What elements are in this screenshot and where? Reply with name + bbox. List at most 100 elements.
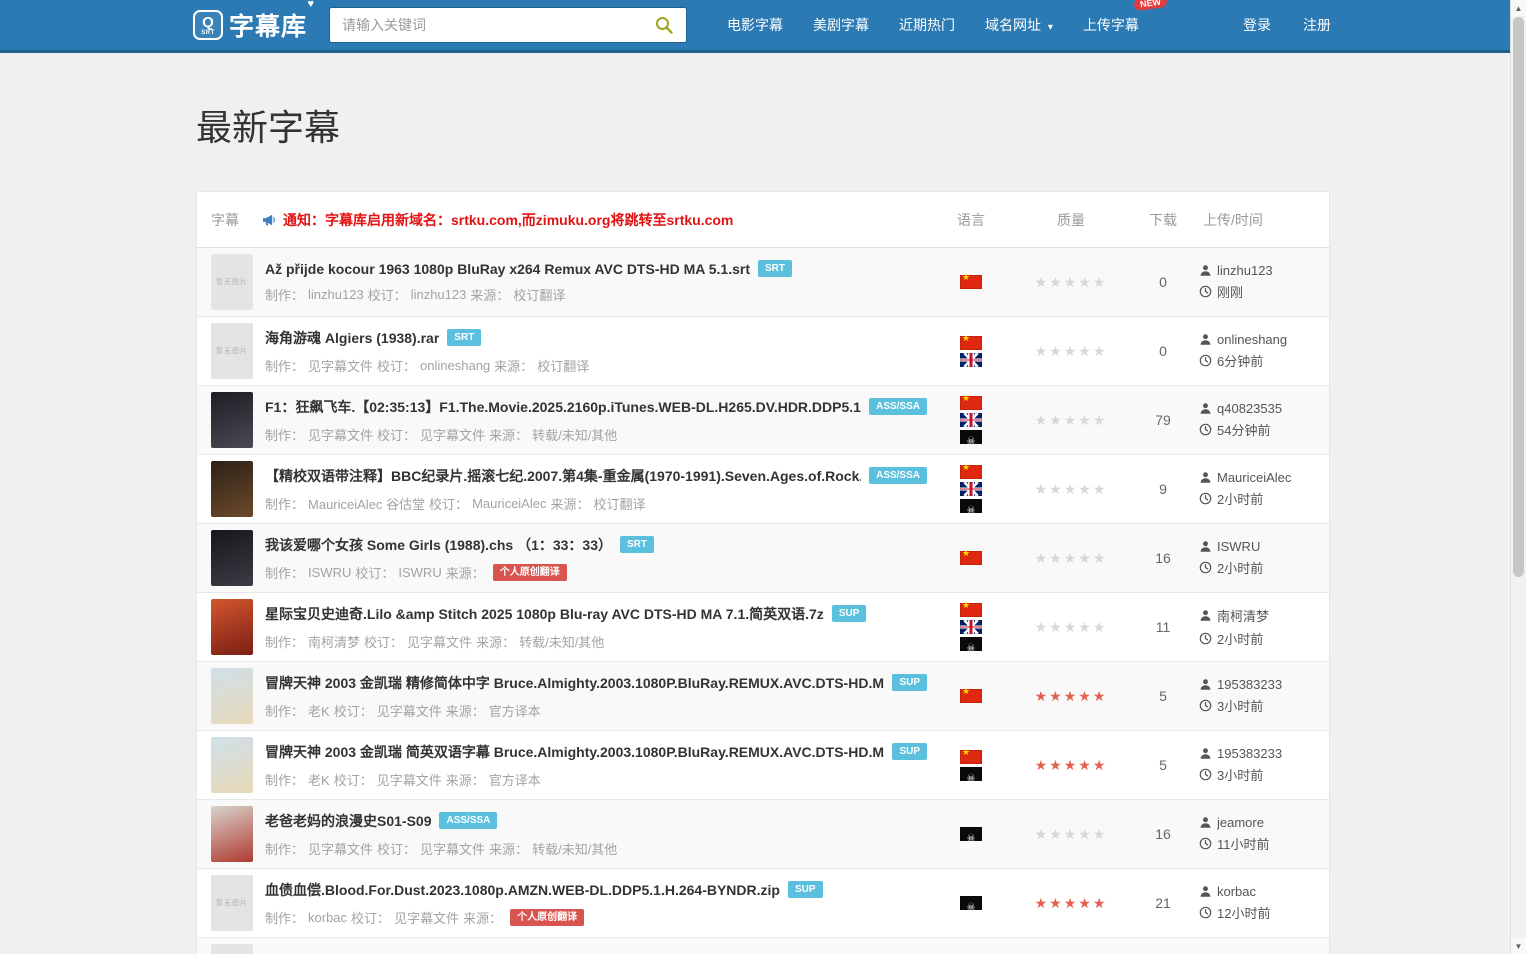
- uploader-link[interactable]: ISWRU: [1217, 539, 1260, 554]
- star-icon: ★: [1049, 480, 1064, 497]
- made-label: 制作：: [265, 288, 305, 303]
- subtitle-thumbnail[interactable]: [211, 530, 253, 586]
- uploader-link[interactable]: q40823535: [1217, 401, 1282, 416]
- download-count: 0: [1159, 274, 1167, 290]
- nav-recent-hot[interactable]: 近期热门: [887, 7, 967, 43]
- uploader-link[interactable]: 195383233: [1217, 746, 1282, 761]
- star-icon: ★: [1049, 825, 1064, 842]
- subtitle-thumbnail[interactable]: [211, 668, 253, 724]
- vertical-scrollbar[interactable]: ▲ ▼: [1510, 0, 1526, 954]
- subtitle-title-link[interactable]: 我该爱哪个女孩 Some Girls (1988).chs （1：33：33）: [265, 535, 612, 555]
- made-value: linzhu123: [308, 287, 364, 302]
- source-label: 来源：: [489, 427, 529, 443]
- proof-value: onlineshang: [420, 357, 491, 373]
- original-translation-badge: 个人原创翻译: [492, 563, 567, 581]
- made-value: 见字幕文件: [308, 358, 374, 374]
- uploader-link[interactable]: 南柯清梦: [1217, 606, 1269, 625]
- download-count: 11: [1155, 619, 1171, 635]
- subtitle-title-link[interactable]: 星际宝贝史迪奇.Lilo &amp Stitch 2025 1080p Blu-…: [265, 604, 824, 624]
- source-label: 来源：: [494, 358, 534, 374]
- search-button[interactable]: [642, 8, 687, 42]
- download-count: 79: [1155, 412, 1171, 428]
- subtitle-thumbnail[interactable]: [211, 392, 253, 448]
- table-row: 暂无图片 血债血偿.Blood.For.Dust.2023.1080p.AMZN…: [197, 869, 1329, 938]
- star-icon: ★: [1078, 549, 1093, 566]
- col-header-language: 语言: [957, 211, 985, 228]
- user-icon: [1200, 472, 1211, 483]
- star-icon: ★: [1063, 756, 1079, 773]
- nav-tv-subtitles[interactable]: 美剧字幕: [801, 7, 881, 43]
- chevron-down-icon: ▾: [1047, 22, 1053, 33]
- source-label: 来源：: [445, 703, 485, 719]
- search-input[interactable]: [330, 8, 643, 42]
- star-icon: ★: [1049, 549, 1064, 566]
- subtitle-thumbnail[interactable]: [211, 806, 253, 862]
- star-icon: ★: [1092, 756, 1108, 773]
- source-label: 来源：: [445, 565, 485, 581]
- main-content: 最新字幕 字幕 通知：字幕库启用新域名：srtku.com,而zimuku.or…: [196, 99, 1330, 954]
- star-icon: ★: [1034, 273, 1050, 290]
- subtitle-title-link[interactable]: 血债血偿.Blood.For.Dust.2023.1080p.AMZN.WEB-…: [265, 880, 780, 900]
- uploader-link[interactable]: 195383233: [1217, 677, 1282, 692]
- language-flags: ★: [927, 273, 1015, 289]
- subtitle-title-link[interactable]: F1：狂飙飞车.【02:35:13】F1.The.Movie.2025.2160…: [265, 397, 861, 417]
- subtitle-thumbnail[interactable]: 暂无图片: [211, 323, 253, 379]
- source-value: 校订翻译: [593, 496, 646, 512]
- site-logo[interactable]: Q SRT 字幕库 ♥: [193, 0, 316, 43]
- uploader-link[interactable]: onlineshang: [1217, 332, 1287, 347]
- subtitle-title-link[interactable]: Až přijde kocour 1963 1080p BluRay x264 …: [265, 261, 750, 277]
- proof-value: MauriceiAlec: [472, 495, 547, 511]
- domain-notice[interactable]: 通知：字幕库启用新域名：srtku.com,而zimuku.org将跳转至srt…: [261, 210, 927, 230]
- uploader-link[interactable]: MauriceiAlec: [1217, 470, 1291, 485]
- login-link[interactable]: 登录: [1241, 7, 1273, 43]
- made-value: 见字幕文件: [308, 427, 374, 443]
- scroll-up-icon[interactable]: ▲: [1511, 0, 1526, 16]
- subtitle-title-link[interactable]: 老爸老妈的浪漫史S01-S09: [265, 811, 431, 831]
- uploader-link[interactable]: korbac: [1217, 884, 1256, 899]
- flag-cn-icon: ★: [960, 687, 982, 703]
- subtitle-title-link[interactable]: 冒牌天神 2003 金凯瑞 精修简体中字 Bruce.Almighty.2003…: [265, 673, 884, 693]
- star-icon: ★: [1078, 894, 1093, 911]
- subtitle-thumbnail[interactable]: [211, 599, 253, 655]
- nav-movie-subtitles[interactable]: 电影字幕: [715, 7, 795, 43]
- subtitle-title-link[interactable]: 冒牌天神 2003 金凯瑞 简英双语字幕 Bruce.Almighty.2003…: [265, 742, 884, 762]
- flag-uk-icon: [960, 352, 982, 367]
- uploader-link[interactable]: jeamore: [1217, 815, 1264, 830]
- proof-label: 校订：: [364, 634, 404, 650]
- nav-domain-dropdown[interactable]: 域名网址 ▾: [973, 7, 1065, 43]
- nav-upload-subtitle[interactable]: 上传字幕 NEW: [1071, 0, 1168, 43]
- language-flags: ★ ☠: [927, 601, 1015, 654]
- source-value: 官方译本: [488, 772, 541, 788]
- uploader-link[interactable]: linzhu123: [1217, 263, 1273, 278]
- register-link[interactable]: 注册: [1301, 7, 1333, 43]
- source-label: 来源：: [550, 496, 590, 512]
- made-value: 老K: [308, 703, 330, 719]
- subtitle-thumbnail[interactable]: 暂无图片: [211, 254, 253, 310]
- flag-cn-icon: ★: [960, 273, 982, 289]
- quality-stars: ★★★★★: [1015, 619, 1127, 636]
- download-count: 21: [1155, 895, 1171, 911]
- star-icon: ★: [1034, 618, 1050, 635]
- proof-value: 见字幕文件: [376, 703, 442, 719]
- subtitle-title-link[interactable]: 【精校双语带注释】BBC纪录片.摇滚七纪.2007.第4集-重金属(1970-1…: [265, 466, 861, 486]
- star-icon: ★: [1092, 687, 1108, 704]
- subtitle-meta: 制作： ISWRU 校订： ISWRU 来源： 个人原创翻译: [265, 563, 654, 582]
- flag-cn-icon: ★: [960, 747, 982, 764]
- no-image-label: 暂无图片: [216, 279, 248, 286]
- format-badge: ASS/SSA: [869, 398, 927, 415]
- subtitle-thumbnail[interactable]: 暂无图片: [211, 875, 253, 931]
- scroll-down-icon[interactable]: ▼: [1511, 938, 1526, 954]
- subtitle-thumbnail[interactable]: [211, 461, 253, 517]
- source-label: 来源：: [470, 288, 510, 303]
- subtitle-thumbnail[interactable]: 暂无图片: [211, 944, 253, 954]
- subtitle-thumbnail[interactable]: [211, 737, 253, 793]
- subtitle-title-link[interactable]: 海角游魂 Algiers (1938).rar: [265, 328, 439, 348]
- subtitle-meta: 制作： linzhu123 校订： linzhu123 来源： 校订翻译: [265, 285, 792, 304]
- proof-label: 校订：: [355, 565, 395, 581]
- upload-time: 3小时前: [1217, 699, 1264, 714]
- star-icon: ★: [1063, 411, 1079, 428]
- scrollbar-thumb[interactable]: [1513, 17, 1524, 577]
- source-value: 校订翻译: [513, 288, 566, 303]
- site-name: 字幕库 ♥: [229, 0, 316, 41]
- format-badge: ASS/SSA: [869, 467, 927, 484]
